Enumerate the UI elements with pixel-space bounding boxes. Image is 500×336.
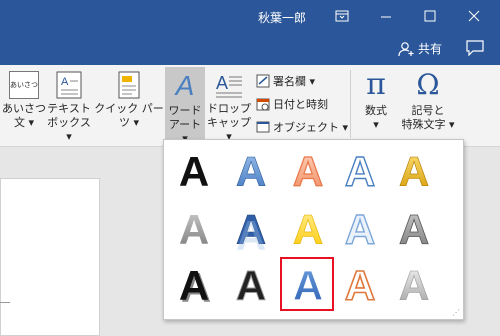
pi-icon: π: [366, 67, 386, 102]
wordart-style-14[interactable]: A: [344, 261, 376, 310]
wordart-style-10[interactable]: A: [398, 206, 429, 254]
object-icon: [256, 121, 270, 133]
wordart-style-4[interactable]: A: [344, 147, 376, 195]
comment-icon: [466, 40, 484, 57]
signature-label: 署名欄 ▾: [273, 75, 316, 88]
quick-parts-label: クイック パーツ ▾: [94, 102, 164, 129]
wordart-style-5[interactable]: A: [399, 148, 430, 196]
svg-text:A: A: [216, 73, 228, 93]
document-page[interactable]: [0, 178, 100, 336]
resize-grip-icon[interactable]: ⋰: [452, 308, 460, 317]
wordart-style-2[interactable]: A: [236, 148, 267, 196]
omega-icon: Ω: [416, 68, 440, 101]
ribbon-display-options-button[interactable]: [322, 0, 362, 33]
maximize-button[interactable]: [410, 0, 450, 33]
user-name[interactable]: 秋葉一郎: [258, 9, 306, 26]
wordart-style-6[interactable]: A: [179, 206, 209, 253]
textbox-label-2: ボックス ▾: [47, 116, 91, 143]
share-button[interactable]: 共有: [398, 40, 442, 57]
signature-line-button[interactable]: 署名欄 ▾: [256, 73, 315, 89]
wordart-button[interactable]: A ワード アート ▾: [165, 67, 205, 145]
wordart-style-3[interactable]: A: [292, 147, 324, 195]
calendar-icon: [256, 98, 270, 111]
equation-button[interactable]: π 数式 ▾: [354, 69, 398, 132]
textbox-icon: A: [56, 71, 82, 99]
wordart-style-8[interactable]: A: [293, 206, 324, 254]
ribbon-insert: あいさつ あいさつ 文 ▾ A テキスト ボックス ▾ クイック パーツ ▾ A…: [0, 65, 500, 147]
object-button[interactable]: オブジェクト ▾: [256, 119, 348, 135]
share-label: 共有: [418, 42, 443, 56]
wordart-style-11[interactable]: A: [179, 262, 209, 309]
dropcap-label: ドロップ: [207, 102, 251, 115]
svg-text:A: A: [61, 76, 69, 88]
equation-arrow: ▾: [373, 118, 379, 131]
date-time-label: 日付と時刻: [273, 98, 328, 111]
comments-button[interactable]: [466, 40, 484, 59]
symbol-button[interactable]: Ω 記号と 特殊文字 ▾: [397, 69, 459, 132]
symbol-label-2: 特殊文字 ▾: [401, 118, 455, 131]
quick-parts-icon: [118, 71, 140, 99]
object-label: オブジェクト ▾: [273, 121, 349, 134]
dropcap-icon: A: [215, 71, 243, 99]
equation-label: 数式: [365, 104, 387, 117]
title-bar: 秋葉一郎: [0, 0, 500, 33]
wordart-icon: A: [175, 70, 195, 101]
wordart-style-1[interactable]: A: [179, 148, 209, 195]
greeting-button[interactable]: あいさつ あいさつ 文 ▾: [2, 71, 46, 130]
dropcap-button[interactable]: A ドロップ キャップ ▾: [206, 71, 252, 144]
textbox-label: テキスト: [47, 102, 91, 115]
signature-icon: [256, 74, 270, 88]
symbol-label: 記号と: [411, 104, 445, 117]
wordart-style-9[interactable]: A: [344, 205, 376, 253]
ribbon-options-icon: [335, 10, 349, 22]
minimize-icon: [381, 16, 391, 18]
wordart-style-12[interactable]: A: [235, 262, 266, 310]
wordart-style-7-reflection: A: [236, 212, 266, 259]
wordart-gallery: A A A A A A A A A A A A A A A A A: [163, 139, 464, 320]
greeting-label-2: 文 ▾: [13, 116, 35, 129]
wordart-style-13[interactable]: A: [292, 262, 323, 310]
person-add-icon: [398, 41, 414, 56]
date-time-button[interactable]: 日付と時刻: [256, 96, 328, 112]
maximize-icon: [424, 10, 436, 22]
minimize-button[interactable]: [366, 0, 406, 33]
greeting-label: あいさつ: [2, 102, 46, 115]
textbox-button[interactable]: A テキスト ボックス ▾: [47, 71, 91, 144]
close-button[interactable]: [454, 0, 494, 33]
wordart-style-15[interactable]: A: [399, 262, 430, 310]
wordart-label: ワード: [168, 104, 202, 117]
margin-mark: [0, 302, 10, 303]
greeting-icon: あいさつ: [9, 71, 39, 99]
quick-parts-button[interactable]: クイック パーツ ▾: [93, 71, 165, 130]
ribbon-separator: [350, 70, 351, 138]
close-icon: [468, 10, 480, 22]
